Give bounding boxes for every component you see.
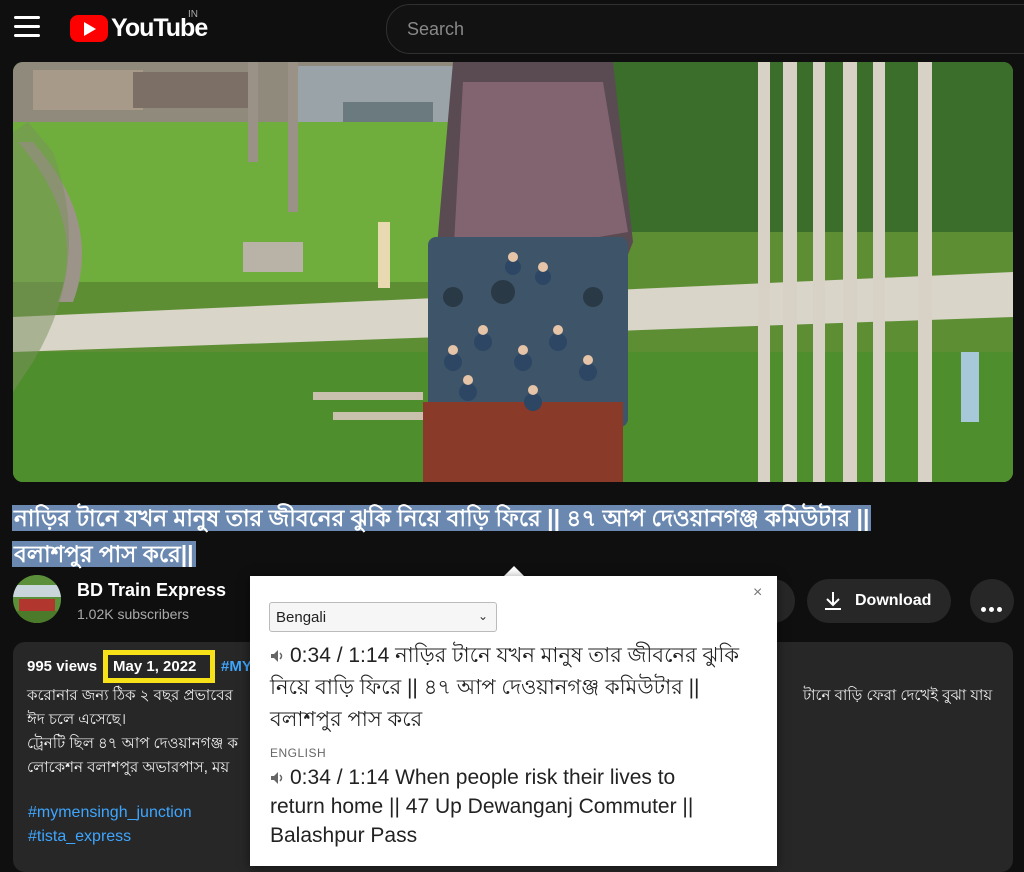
chevron-down-icon: ⌄ — [477, 609, 488, 623]
target-language-label: ENGLISH — [270, 746, 327, 760]
download-icon — [825, 592, 841, 610]
source-language-value: Bengali — [276, 609, 327, 626]
source-translation: 0:34 / 1:14 নাড়ির টানে যখন মানুষ তার জী… — [270, 640, 765, 736]
avatar — [13, 575, 61, 623]
source-text-line1: নাড়ির টানে যখন মানুষ তার জীবনের ঝুকি — [395, 644, 740, 667]
speaker-icon[interactable] — [270, 649, 286, 663]
subscriber-count: 1.02K subscribers — [77, 606, 190, 622]
description-line-3: ট্রেনটি ছিল ৪৭ আপ দেওয়ানগঞ্জ ক — [27, 735, 238, 752]
view-count: 995 views — [27, 658, 98, 675]
target-text-line2: return home || 47 Up Dewanganj Commuter … — [270, 795, 694, 818]
hashtag-link[interactable]: #mymensingh_junction — [28, 804, 192, 822]
video-title: নাড়ির টানে যখন মানুষ তার জীবনের ঝুকি নি… — [12, 500, 1012, 572]
target-text-line1: When people risk their lives to — [395, 766, 676, 789]
speaker-icon[interactable] — [270, 771, 286, 785]
close-icon[interactable]: × — [753, 584, 762, 602]
youtube-logo[interactable]: YouTube — [70, 14, 208, 43]
country-code: IN — [188, 9, 198, 20]
more-options-button[interactable] — [970, 579, 1014, 623]
popup-arrow — [504, 566, 524, 576]
source-language-select[interactable]: Bengali ⌄ — [269, 602, 497, 632]
description-line-2: ঈদ চলে এসেছে। — [27, 711, 127, 728]
video-player[interactable] — [13, 62, 1013, 482]
target-time: 0:34 / 1:14 — [290, 766, 390, 789]
description-line-1-end: টানে বাড়ি ফেরা দেখেই বুঝা যায় — [803, 687, 993, 704]
source-text-line3: বলাশপুর পাস করে — [270, 708, 423, 731]
description-line-4: লোকেশন বলাশপুর অভারপাস, ময় — [27, 759, 230, 776]
channel-avatar[interactable] — [13, 575, 61, 623]
top-bar: YouTube IN Search — [0, 0, 1024, 58]
search-placeholder: Search — [407, 19, 465, 39]
target-text-line3: Balashpur Pass — [270, 824, 418, 847]
video-title-line1: নাড়ির টানে যখন মানুষ তার জীবনের ঝুকি নি… — [12, 505, 872, 531]
more-options-icon — [981, 599, 1005, 617]
description-line-1: করোনার জন্য ঠিক ২ বছর প্রভাবের — [27, 687, 233, 704]
search-input[interactable]: Search — [386, 4, 1024, 54]
upload-date: May 1, 2022 — [113, 658, 197, 675]
video-title-line2: বলাশপুর পাস করে|| — [12, 541, 196, 567]
download-label: Download — [855, 592, 932, 609]
translate-popup: × Bengali ⌄ 0:34 / 1:14 নাড়ির টানে যখন … — [250, 576, 777, 866]
menu-icon[interactable] — [14, 16, 40, 38]
download-button[interactable]: Download — [807, 579, 951, 623]
source-time: 0:34 / 1:14 — [290, 644, 390, 667]
youtube-logo-icon — [70, 15, 108, 42]
video-frame — [13, 62, 1013, 482]
hashtag-link[interactable]: #tista_express — [28, 828, 131, 846]
target-translation: 0:34 / 1:14 When people risk their lives… — [270, 763, 765, 850]
source-text-line2: নিয়ে বাড়ি ফিরে || ৪৭ আপ দেওয়ানগঞ্জ কম… — [270, 676, 700, 699]
channel-name[interactable]: BD Train Express — [77, 580, 226, 601]
